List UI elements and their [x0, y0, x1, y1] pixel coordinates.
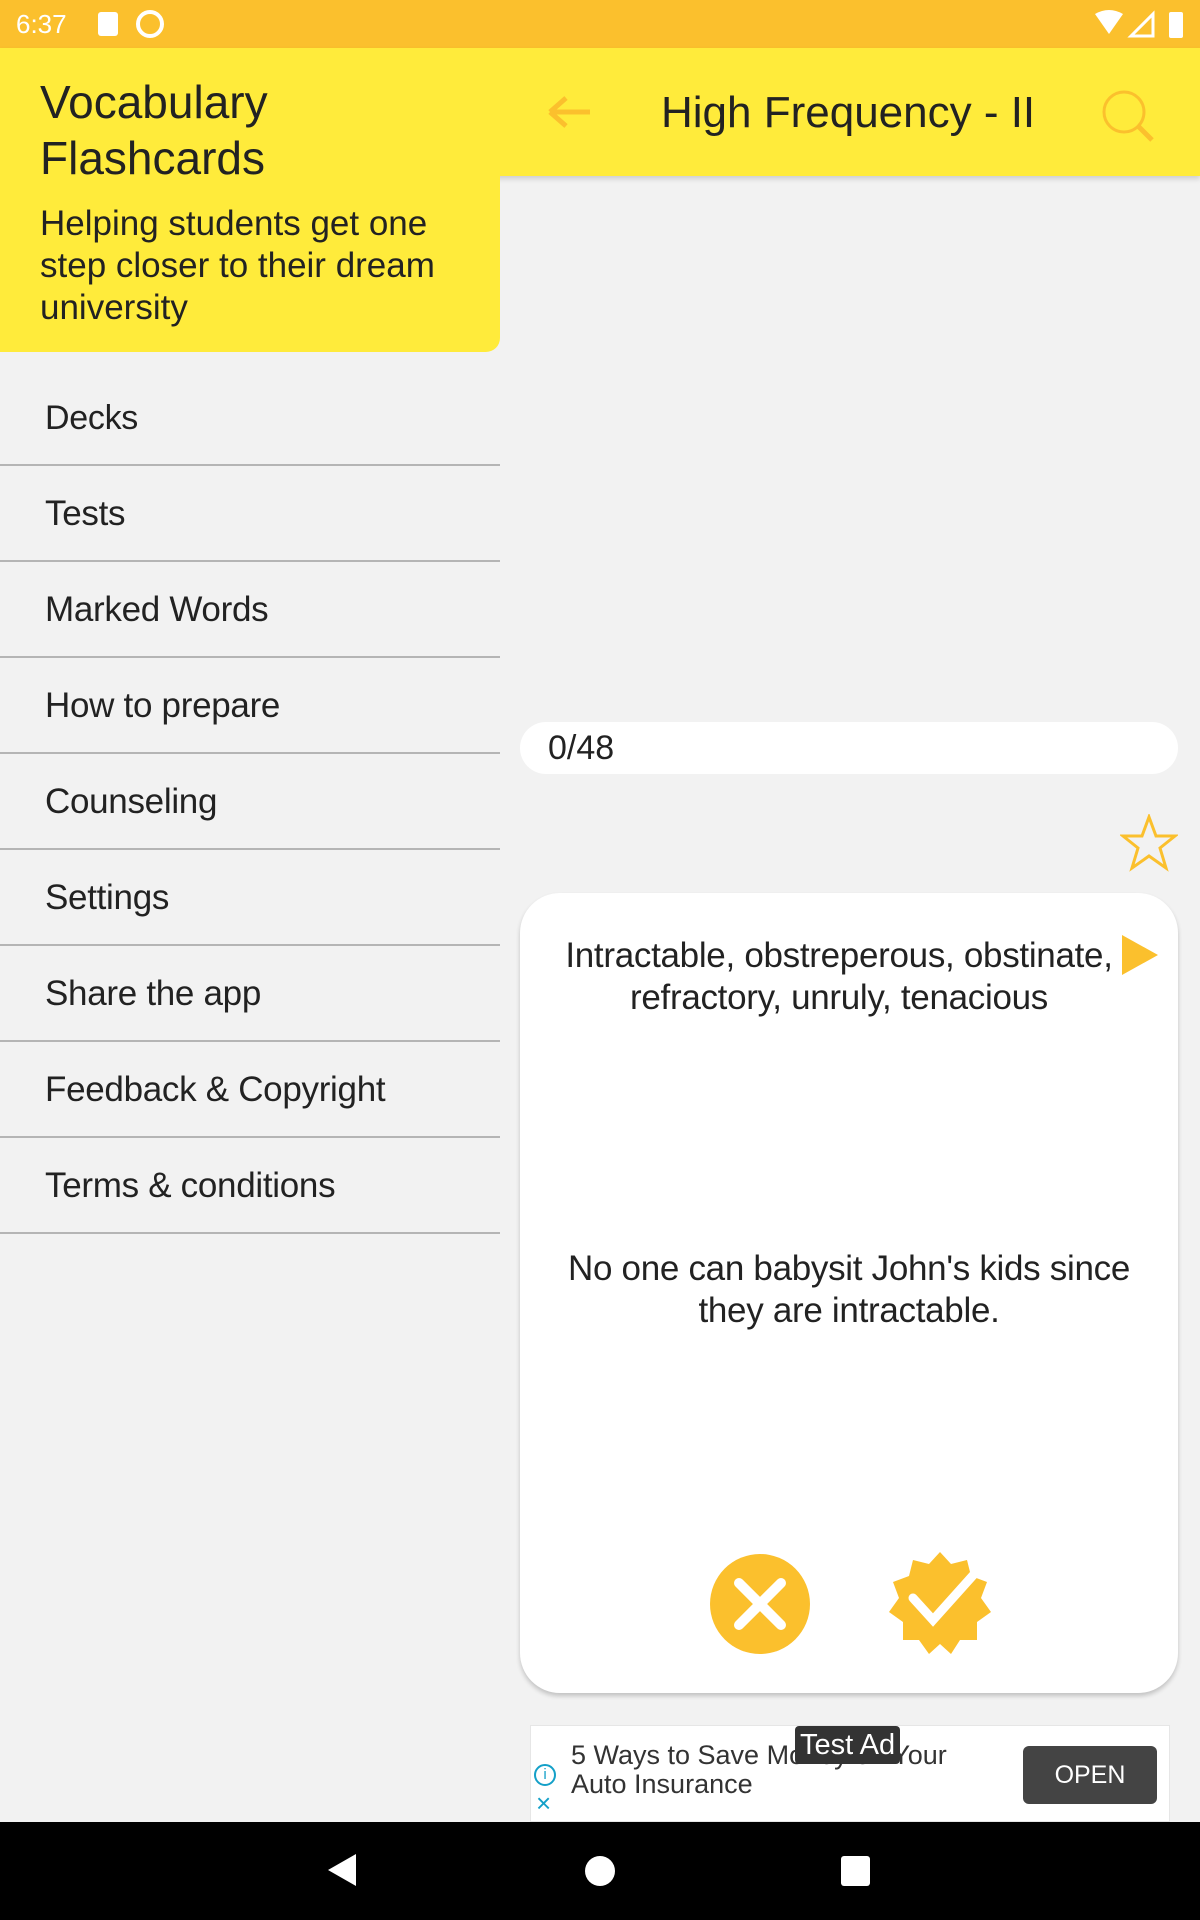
- status-bar: 6:37: [0, 0, 1200, 48]
- sd-card-icon: [98, 12, 118, 36]
- drawer-item-feedback[interactable]: Feedback & Copyright: [0, 1042, 500, 1138]
- app-tagline: Helping students get one step closer to …: [40, 204, 435, 327]
- drawer-item-marked-words[interactable]: Marked Words: [0, 562, 500, 658]
- system-nav-bar: [0, 1822, 1200, 1920]
- info-icon[interactable]: i: [534, 1764, 556, 1786]
- arrow-left-icon[interactable]: [546, 94, 594, 130]
- drawer-item-share[interactable]: Share the app: [0, 946, 500, 1042]
- sync-icon: [136, 10, 164, 38]
- home-nav-icon[interactable]: [585, 1856, 615, 1886]
- app-name: Vocabulary Flashcards: [40, 76, 268, 184]
- drawer-item-tests[interactable]: Tests: [0, 466, 500, 562]
- back-nav-icon[interactable]: [326, 1852, 358, 1888]
- progress-bar: 0/48: [520, 722, 1178, 774]
- wrong-button[interactable]: [709, 1553, 811, 1655]
- system-status-icons: [1095, 10, 1183, 38]
- recents-nav-icon[interactable]: [841, 1856, 870, 1886]
- star-icon[interactable]: [1120, 814, 1178, 872]
- drawer-item-decks[interactable]: Decks: [0, 370, 500, 466]
- open-ad-button[interactable]: OPEN: [1023, 1746, 1157, 1804]
- play-icon[interactable]: [1120, 933, 1160, 977]
- drawer-item-settings[interactable]: Settings: [0, 850, 500, 946]
- close-ad-icon[interactable]: ×: [536, 1788, 551, 1819]
- drawer-header: Vocabulary Flashcards Helping students g…: [0, 48, 500, 352]
- drawer-item-how-to-prepare[interactable]: How to prepare: [0, 658, 500, 754]
- drawer-item-terms[interactable]: Terms & conditions: [0, 1138, 500, 1234]
- progress-label: 0/48: [548, 729, 615, 767]
- page-title: High Frequency - II: [661, 88, 1036, 137]
- correct-button[interactable]: [885, 1548, 995, 1658]
- test-ad-badge: Test Ad: [795, 1726, 901, 1764]
- drawer-item-counseling[interactable]: Counseling: [0, 754, 500, 850]
- navigation-drawer: Vocabulary Flashcards Helping students g…: [0, 48, 500, 1822]
- flashcard[interactable]: Intractable, obstreperous, obstinate, re…: [520, 893, 1178, 1693]
- search-icon[interactable]: [1100, 88, 1156, 144]
- status-time: 6:37: [16, 9, 67, 39]
- card-words: Intractable, obstreperous, obstinate, re…: [565, 936, 1113, 1017]
- ad-banner[interactable]: i × 5 Ways to Save Money on Your Auto In…: [530, 1725, 1170, 1822]
- card-example: No one can babysit John's kids since the…: [567, 1249, 1131, 1330]
